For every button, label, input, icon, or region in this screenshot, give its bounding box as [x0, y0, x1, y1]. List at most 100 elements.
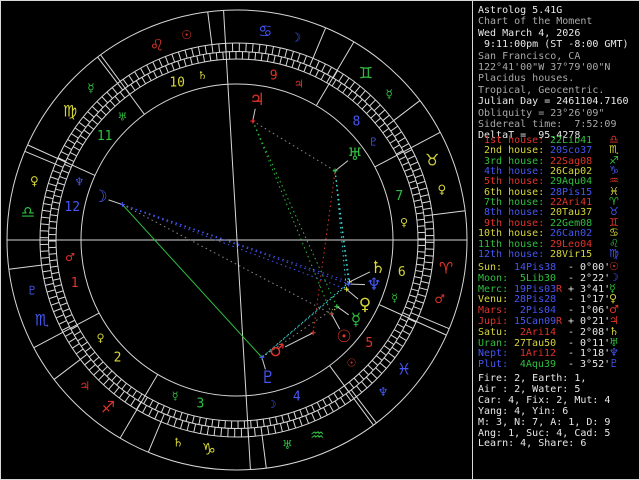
- degree-tick: [101, 366, 108, 373]
- degree-tick: [130, 398, 136, 407]
- planet-glyph-moon: ☽: [92, 187, 107, 207]
- degree-tick: [146, 64, 151, 73]
- degree-tick: [147, 73, 152, 81]
- house-number-6: 6: [398, 265, 406, 280]
- planet-glyph-sun: ☉: [336, 327, 351, 347]
- house-number-12: 12: [64, 200, 80, 215]
- info-line-2: Wed March 4, 2026: [478, 27, 581, 39]
- info-line-7: Tropical, Geocentric.: [478, 84, 605, 96]
- degree-tick: [95, 114, 103, 121]
- house-ruler-icon-10: ♄: [198, 69, 208, 82]
- degree-tick: [177, 51, 182, 61]
- degree-tick: [279, 423, 283, 432]
- planet-velocity: - 2°08': [568, 326, 611, 338]
- degree-tick: [293, 411, 297, 420]
- info-line-0: Astrolog 5.41G: [478, 5, 563, 16]
- degree-tick: [297, 62, 301, 70]
- degree-tick: [378, 109, 386, 116]
- degree-tick: [114, 95, 121, 103]
- degree-tick: [62, 308, 70, 313]
- house-ruler-icon-12: ♆: [74, 175, 84, 188]
- degree-tick: [57, 182, 65, 186]
- house-cusp-value: 20Tau37: [550, 207, 593, 219]
- planet-velocity: - 1°17': [568, 294, 611, 306]
- degree-tick: [311, 412, 316, 422]
- degree-tick: [196, 55, 199, 64]
- stats-line-3: Yang: 4, Yin: 6: [478, 405, 569, 417]
- sign-glyph-taurus: ♉: [425, 150, 439, 169]
- degree-tick: [420, 194, 429, 198]
- house-number-3: 3: [196, 396, 204, 411]
- degree-tick: [414, 276, 422, 279]
- retrograde-flag: R: [556, 283, 563, 295]
- planet-position-value: 28Pis28: [514, 294, 557, 306]
- degree-tick: [101, 96, 109, 104]
- degree-tick: [273, 424, 277, 434]
- degree-tick: [171, 63, 175, 71]
- degree-tick: [148, 408, 153, 417]
- house-row-8: 8th house: 20Tau37 ♉: [478, 206, 619, 219]
- degree-tick: [128, 75, 134, 83]
- degree-tick: [390, 125, 399, 132]
- degree-tick: [60, 151, 69, 156]
- sign-glyph-aquarius: ♒: [310, 426, 324, 445]
- degree-tick: [412, 282, 421, 286]
- house-label: 1st house:: [478, 135, 545, 146]
- degree-tick: [334, 400, 340, 409]
- degree-tick: [392, 144, 400, 150]
- degree-tick: [327, 395, 333, 403]
- degree-tick: [414, 174, 424, 179]
- degree-tick: [122, 78, 129, 87]
- degree-tick: [63, 145, 72, 150]
- degree-tick: [256, 419, 259, 428]
- degree-tick: [309, 58, 314, 67]
- planet-velocity: - 1°06': [568, 305, 611, 317]
- degree-tick: [410, 186, 419, 190]
- degree-tick: [83, 129, 91, 135]
- degree-tick: [55, 188, 63, 192]
- planet-position-value: 2Pis04: [519, 305, 556, 317]
- degree-tick: [79, 135, 87, 141]
- degree-tick: [61, 169, 69, 174]
- degree-tick: [68, 337, 77, 343]
- sign-glyph-leo: ♌: [150, 35, 164, 54]
- degree-tick: [356, 98, 363, 106]
- degree-tick: [50, 301, 60, 306]
- degree-tick: [416, 263, 424, 266]
- info-line-5: 122°41'00"W 37°79'00"N: [478, 62, 611, 73]
- degree-tick: [374, 117, 382, 124]
- degree-tick: [184, 49, 188, 59]
- degree-tick: [407, 300, 415, 304]
- degree-tick: [164, 65, 169, 73]
- degree-tick: [409, 161, 419, 166]
- planet-label: Merc:: [478, 283, 509, 295]
- planet-row-jupi: Jupi: 15Can09R + 0°21' ♃: [478, 315, 619, 327]
- sign-ruler-icon-scorpio: ♇: [27, 283, 38, 297]
- degree-tick: [51, 207, 59, 211]
- aspect-line-jupiter-uranus: [252, 120, 336, 172]
- house-number-2: 2: [114, 351, 122, 366]
- degree-tick: [43, 276, 53, 280]
- house-number-11: 11: [97, 129, 113, 144]
- house-cusp-line-11: [100, 54, 145, 115]
- degree-tick: [55, 163, 64, 168]
- degree-tick: [222, 51, 224, 60]
- degree-tick: [290, 51, 295, 60]
- degree-tick: [40, 256, 50, 259]
- planet-row-nept: Nept: 1Ari12- 1°18' ♆: [478, 347, 619, 359]
- degree-tick: [46, 189, 55, 193]
- degree-tick: [417, 225, 426, 227]
- degree-tick: [378, 122, 386, 129]
- degree-tick: [84, 346, 92, 353]
- degree-tick: [394, 329, 402, 334]
- planet-glyph-venus: ♀: [359, 295, 371, 315]
- sign-ruler-icon-virgo: ☿: [87, 81, 94, 95]
- degree-tick: [82, 116, 91, 123]
- degree-tick: [382, 127, 390, 134]
- degree-tick: [198, 417, 201, 425]
- degree-tick: [111, 87, 118, 95]
- sign-ruler-icon-pisces: ♆: [378, 385, 389, 399]
- sign-glyph-gemini: ♊: [359, 64, 373, 83]
- sign-glyph-cancer: ♋: [258, 21, 272, 40]
- stats-line-5: Ang: 1, Suc: 4, Cad: 5: [478, 427, 611, 439]
